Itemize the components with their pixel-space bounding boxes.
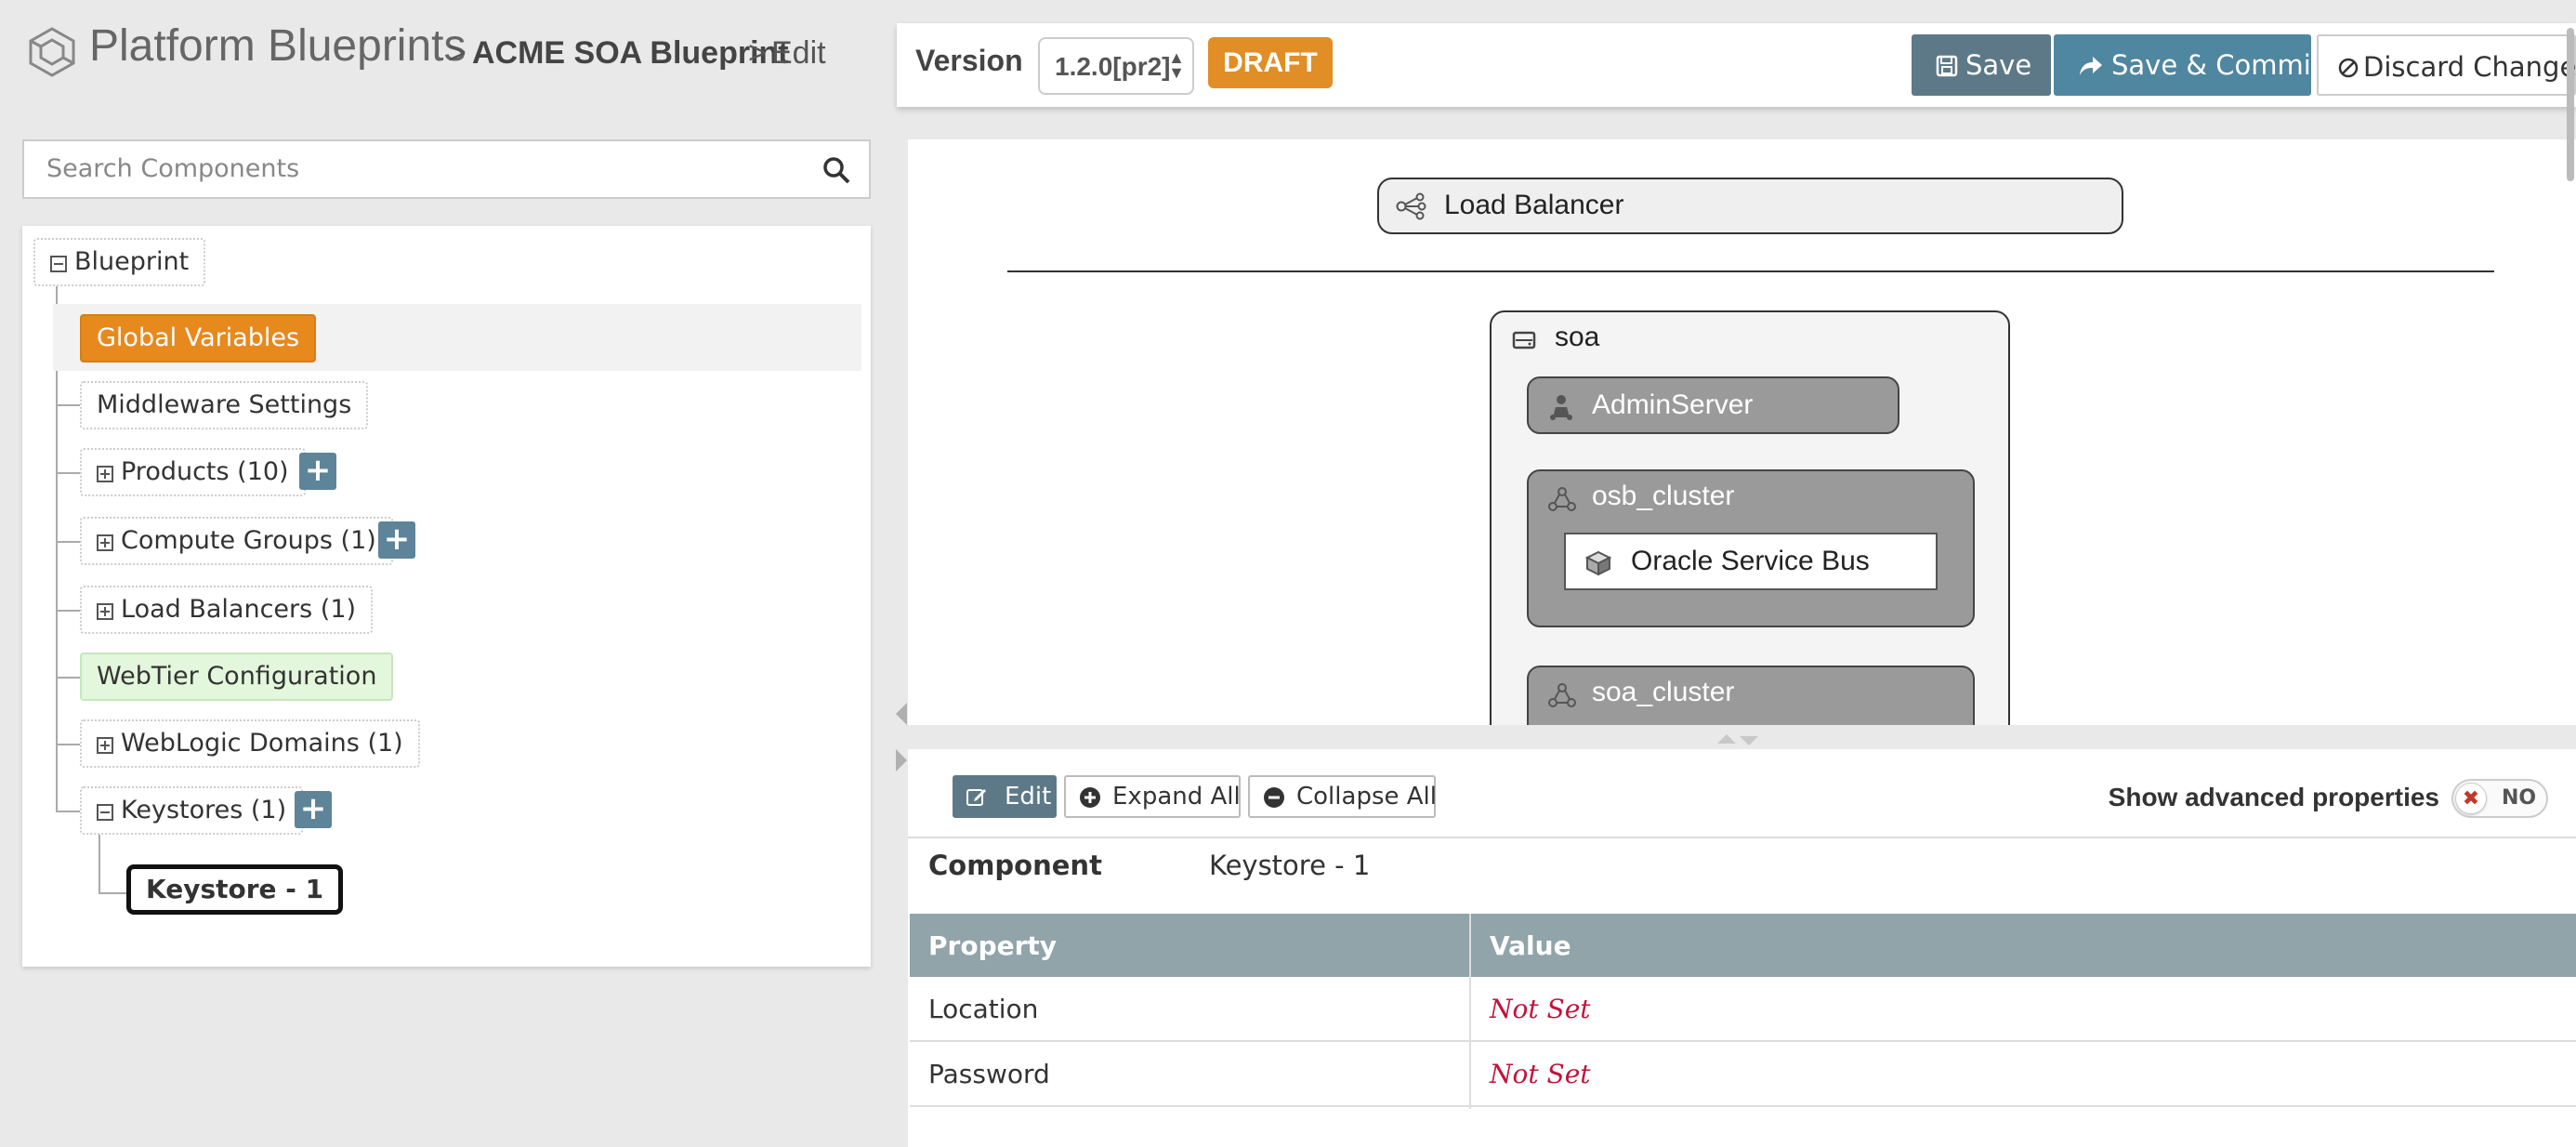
cluster-icon	[1548, 683, 1576, 707]
page-title[interactable]: Platform Blueprints	[89, 20, 467, 72]
tree-connector	[56, 677, 80, 679]
collapse-all-button[interactable]: Collapse All	[1248, 775, 1437, 818]
toolbar: Version 1.2.0[pr2] ▲ ▼ DRAFT Save Save & …	[897, 23, 2576, 107]
product-node[interactable]: Oracle Service Bus	[1564, 533, 1938, 590]
tree-item-load-balancers[interactable]: Load Balancers (1)	[80, 586, 374, 634]
cluster-title: osb_cluster	[1592, 481, 1735, 511]
tree-root-blueprint[interactable]: Blueprint	[33, 238, 206, 286]
plus-circle-icon	[1080, 787, 1100, 808]
breadcrumb-separator: >	[448, 35, 467, 71]
tree-item-webtier-configuration[interactable]: WebTier Configuration	[80, 653, 394, 701]
table-header: Property Value	[910, 914, 2576, 977]
breadcrumb-blueprint[interactable]: ACME SOA Blueprint	[472, 35, 789, 72]
save-button[interactable]: Save	[1912, 34, 2051, 96]
version-label: Version	[915, 44, 1023, 77]
add-product-button[interactable]: +	[299, 453, 336, 490]
select-arrows-icon: ▲ ▼	[1168, 48, 1185, 82]
admin-server-node[interactable]: AdminServer	[1527, 376, 1899, 434]
tree-connector	[56, 811, 80, 812]
panel-collapse-arrows-icon[interactable]	[894, 695, 909, 779]
expand-icon[interactable]	[97, 466, 113, 482]
component-label: Component	[928, 850, 1102, 881]
breadcrumb-edit: Edit	[771, 35, 826, 71]
scrollbar[interactable]	[2567, 28, 2574, 181]
ban-icon	[2338, 58, 2359, 78]
canvas-divider	[1007, 270, 2494, 272]
status-badge: DRAFT	[1208, 37, 1333, 88]
tree-connector	[99, 892, 128, 894]
component-value: Keystore - 1	[1209, 850, 1371, 881]
blueprint-logo-icon	[29, 27, 75, 77]
column-header-property: Property	[928, 930, 1058, 961]
floppy-icon	[1936, 55, 1958, 77]
expand-icon[interactable]	[97, 603, 113, 620]
share-arrow-icon	[2080, 57, 2102, 75]
share-nodes-icon	[1396, 192, 1426, 220]
property-name: Location	[928, 994, 1039, 1024]
package-icon	[1584, 550, 1612, 575]
property-value[interactable]: Not Set	[1490, 1059, 1591, 1089]
column-divider	[1469, 914, 1471, 1109]
cluster-node-soa[interactable]: soa_cluster	[1527, 666, 1975, 725]
property-value[interactable]: Not Set	[1490, 994, 1591, 1024]
search-placeholder: Search Components	[46, 154, 300, 183]
search-input[interactable]: Search Components	[22, 139, 871, 199]
server-icon	[1512, 331, 1536, 349]
tree-item-global-variables[interactable]: Global Variables	[80, 314, 317, 363]
table-row[interactable]: Location Not Set	[910, 977, 2576, 1042]
save-commit-button[interactable]: Save & Commit	[2054, 34, 2321, 96]
property-name: Password	[928, 1059, 1050, 1089]
advanced-properties-label: Show advanced properties	[2108, 783, 2439, 811]
tree-connector	[56, 744, 80, 745]
add-compute-group-button[interactable]: +	[378, 521, 415, 559]
add-keystore-button[interactable]: +	[295, 791, 332, 828]
properties-panel: Edit Expand All Collapse All Show advanc…	[908, 749, 2576, 1147]
cluster-node-osb[interactable]: osb_cluster Oracle Service Bus	[1527, 469, 1975, 627]
close-icon: ✖	[2455, 783, 2487, 814]
tree-item-weblogic-domains[interactable]: WebLogic Domains (1)	[80, 719, 420, 768]
minus-circle-icon	[1264, 787, 1284, 808]
discard-changes-button[interactable]: Discard Changes	[2317, 34, 2576, 96]
blueprint-canvas[interactable]: Load Balancer soa AdminServer osb_cluste…	[908, 139, 2576, 725]
tree-connector	[56, 541, 80, 543]
cluster-icon	[1548, 487, 1576, 511]
splitter-handle-icon[interactable]	[1710, 731, 1766, 749]
tree-connector	[56, 404, 80, 406]
tree-item-compute-groups[interactable]: Compute Groups (1)	[80, 517, 393, 565]
tree-connector	[99, 835, 100, 892]
version-select[interactable]: 1.2.0[pr2] ▲ ▼	[1038, 37, 1194, 95]
expand-all-button[interactable]: Expand All	[1064, 775, 1241, 818]
tree-item-keystore-selected[interactable]: Keystore - 1	[126, 864, 344, 915]
compute-group-node[interactable]: soa AdminServer osb_cluster Oracle Servi…	[1490, 310, 2010, 725]
tree-item-keystores[interactable]: Keystores (1)	[80, 786, 304, 835]
expand-icon[interactable]	[97, 737, 113, 754]
column-header-value: Value	[1490, 930, 1571, 961]
table-row[interactable]: Password Not Set	[910, 1042, 2576, 1107]
edit-icon	[966, 789, 986, 806]
tree-connector	[56, 610, 80, 612]
cluster-title: soa_cluster	[1592, 677, 1735, 707]
tree-item-products[interactable]: Products (10)	[80, 448, 306, 496]
expand-icon[interactable]	[97, 534, 113, 551]
load-balancer-node[interactable]: Load Balancer	[1377, 178, 2123, 234]
admin-user-icon	[1550, 395, 1572, 420]
search-icon[interactable]	[821, 154, 852, 186]
compute-group-title: soa	[1555, 322, 1600, 352]
toggle-state-text: NO	[2502, 786, 2537, 810]
tree-connector	[56, 472, 80, 474]
advanced-properties-toggle[interactable]: ✖ NO	[2451, 779, 2548, 818]
breadcrumb-separator: >	[748, 35, 767, 71]
tree-item-middleware-settings[interactable]: Middleware Settings	[80, 381, 369, 429]
divider	[908, 837, 2576, 838]
collapse-icon[interactable]	[50, 256, 67, 272]
collapse-icon[interactable]	[97, 804, 113, 821]
edit-button[interactable]: Edit	[953, 775, 1057, 818]
